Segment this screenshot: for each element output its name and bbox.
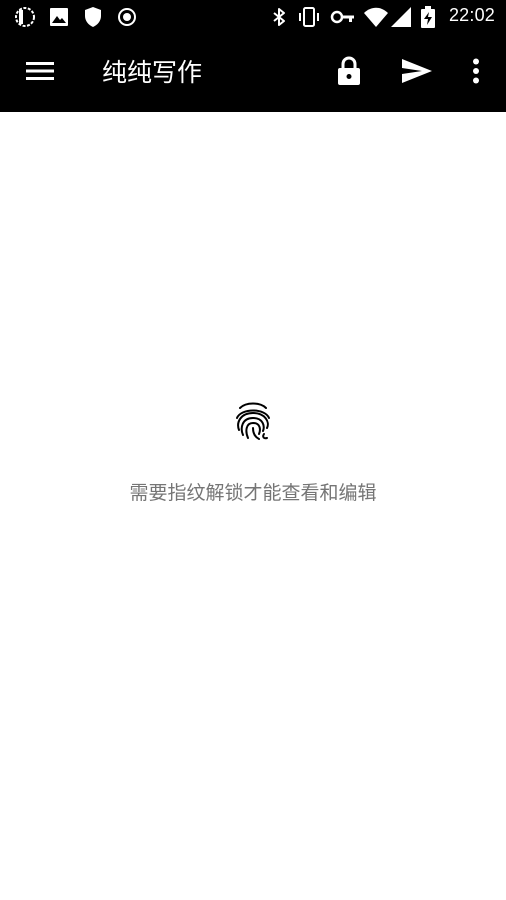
send-icon [401,58,433,88]
bluetooth-icon [268,6,290,28]
fingerprint-icon[interactable] [231,398,275,442]
vibrate-icon [297,6,319,28]
battery-charging-icon [420,6,436,28]
more-options-button[interactable] [456,34,496,112]
more-vert-icon [472,58,480,88]
unlock-message: 需要指纹解锁才能查看和编辑 [129,482,377,504]
menu-button[interactable] [14,34,66,112]
shield-icon [82,6,104,28]
status-bar: 22:02 [0,0,506,34]
send-button[interactable] [390,34,444,112]
app-title: 纯纯写作 [102,58,203,87]
status-time: 22:02 [448,5,495,25]
image-icon [48,6,70,28]
vpn-key-icon [330,6,356,28]
locked-content-area: 需要指纹解锁才能查看和编辑 [0,112,506,900]
lock-icon [337,56,361,90]
menu-icon [26,60,54,86]
app-toolbar: 纯纯写作 [0,34,506,112]
record-icon [116,6,138,28]
app-notification-icon [14,6,36,28]
lock-button[interactable] [324,34,374,112]
wifi-icon [363,6,389,28]
app-screen: 22:02 纯纯写作 需要指纹解锁才能查看和编辑 [0,0,506,900]
cell-signal-icon [390,6,412,28]
